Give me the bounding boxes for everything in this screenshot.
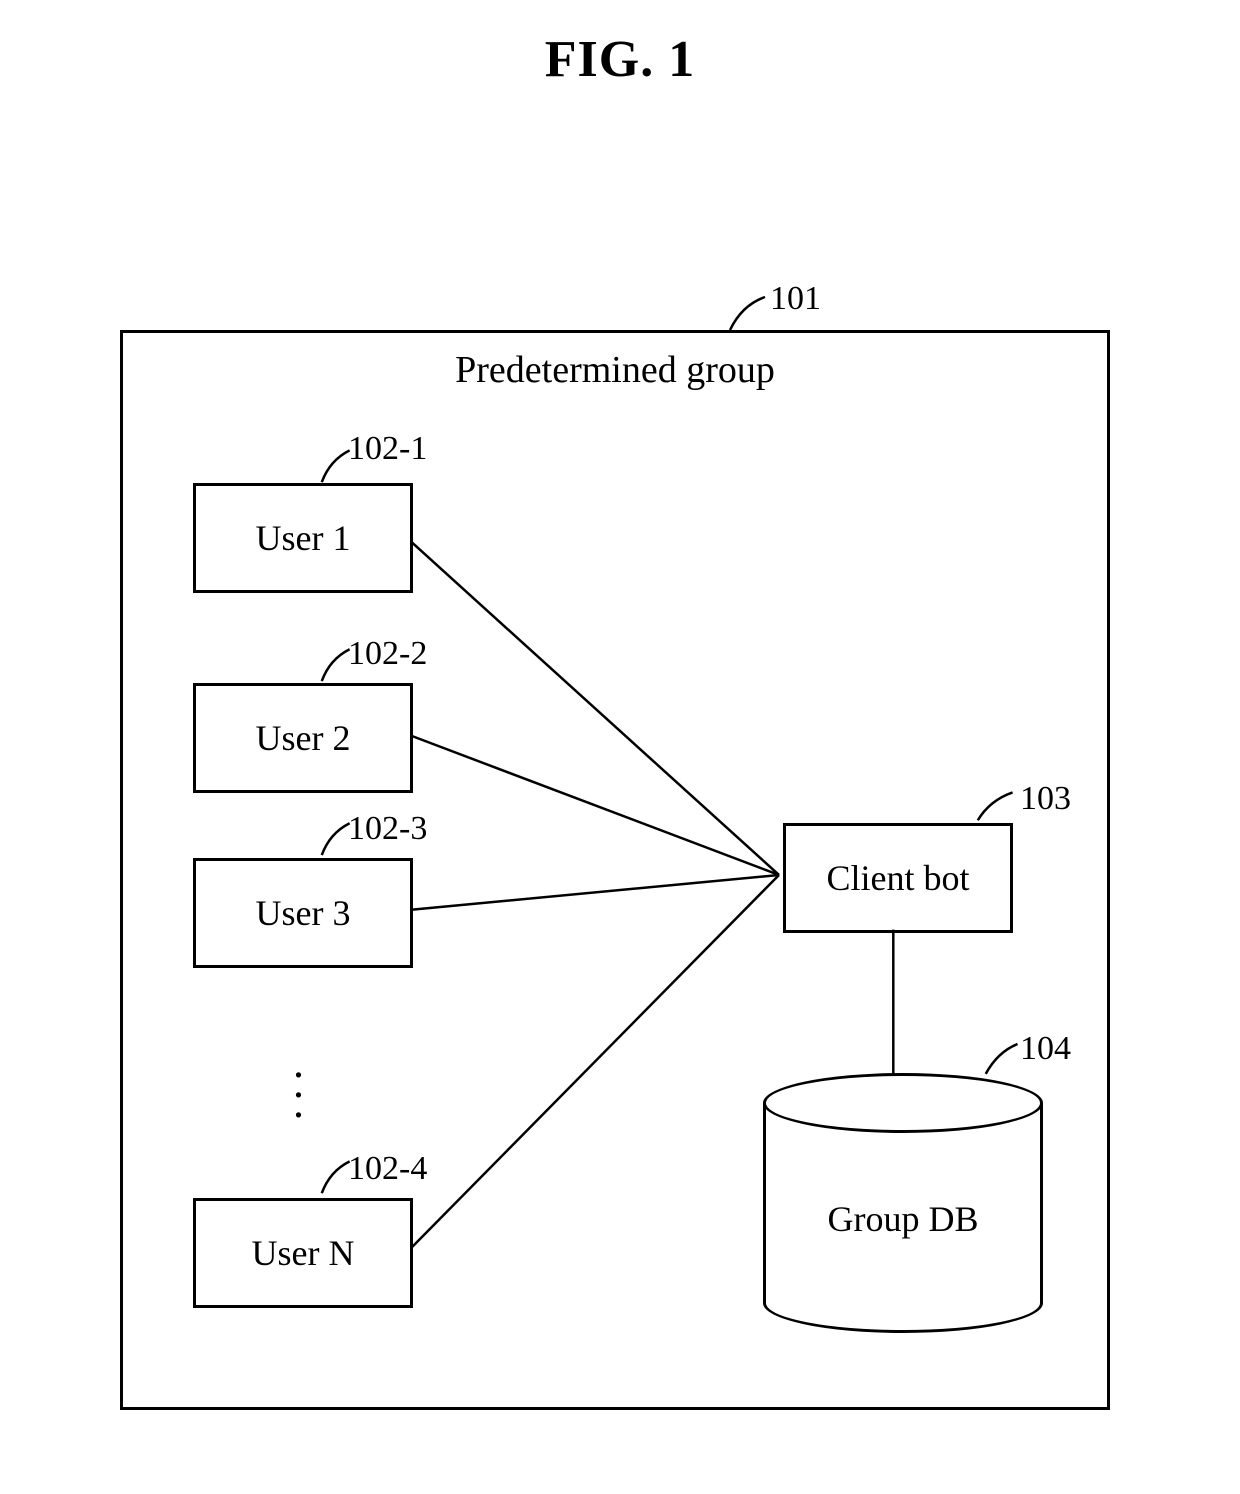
user-3-label: User 3: [256, 892, 351, 934]
predetermined-group-box: Predetermined group User 1 User 2 User 3…: [120, 330, 1110, 1410]
group-db-cylinder: Group DB: [763, 1073, 1043, 1303]
client-bot-label: Client bot: [827, 857, 970, 899]
user-n-label: User N: [252, 1232, 355, 1274]
client-bot-box: Client bot: [783, 823, 1013, 933]
vertical-ellipsis-icon: ...: [293, 1053, 304, 1113]
page: FIG. 1 101 102-1 102-2 102-3 102-4 103 1…: [0, 0, 1240, 1494]
group-title: Predetermined group: [123, 348, 1107, 392]
user-2-label: User 2: [256, 717, 351, 759]
cylinder-top: [763, 1073, 1043, 1133]
user-1-label: User 1: [256, 517, 351, 559]
figure-title: FIG. 1: [0, 30, 1240, 89]
user-2-box: User 2: [193, 683, 413, 793]
ref-label-101: 101: [770, 280, 821, 318]
user-3-box: User 3: [193, 858, 413, 968]
group-db-label: Group DB: [763, 1198, 1043, 1240]
cylinder-bottom-mask: [766, 1273, 1040, 1303]
user-n-box: User N: [193, 1198, 413, 1308]
user-1-box: User 1: [193, 483, 413, 593]
